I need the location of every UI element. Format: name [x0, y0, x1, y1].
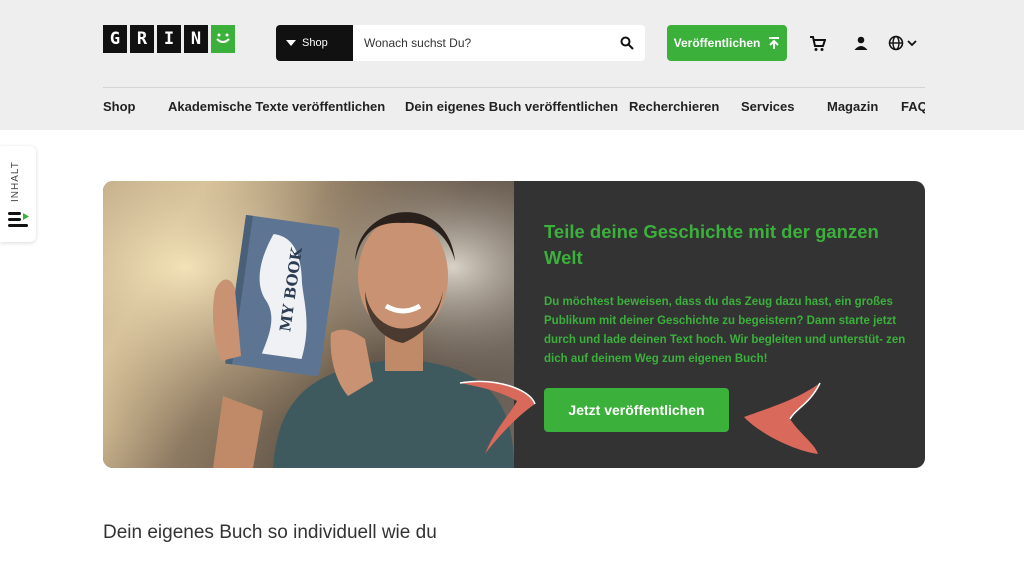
publish-button-label: Veröffentlichen [673, 36, 761, 50]
user-icon[interactable] [852, 34, 870, 52]
upload-icon [769, 36, 780, 49]
table-of-contents-tab[interactable]: INHALT [0, 146, 36, 242]
main-nav: Shop Akademische Texte veröffentlichen D… [103, 99, 925, 117]
nav-item-faq[interactable]: FAQ [901, 99, 925, 114]
cart-icon[interactable] [808, 34, 826, 52]
hero-title: Teile deine Geschichte mit der ganzen We… [544, 221, 879, 268]
smile-icon [211, 25, 235, 53]
logo-letter: R [130, 25, 154, 53]
section-heading: Dein eigenes Buch so individuell wie du [103, 522, 437, 543]
logo-letter: I [157, 25, 181, 53]
grin-logo[interactable]: G R I N [103, 25, 235, 53]
publish-button[interactable]: Veröffentlichen [667, 25, 787, 61]
caret-down-icon [286, 40, 296, 46]
nav-divider [103, 87, 925, 88]
toc-tab-label: INHALT [10, 161, 21, 202]
hero-description: Du möchtest beweisen, dass du das Zeug d… [544, 296, 906, 365]
search-category-dropdown[interactable]: Shop [276, 25, 353, 61]
nav-item-services[interactable]: Services [741, 99, 795, 114]
site-header: G R I N Shop Veröffentlichen Shop Akadem… [0, 0, 1024, 130]
man-holding-book-image: MY BOOK [103, 181, 514, 468]
boomerang-left-decoration [459, 380, 536, 454]
chevron-down-icon [906, 40, 917, 47]
nav-item-magazine[interactable]: Magazin [827, 99, 878, 114]
nav-item-own-book[interactable]: Dein eigenes Buch veröffentlichen [405, 99, 618, 114]
logo-letter: N [184, 25, 208, 53]
language-selector[interactable] [886, 34, 918, 52]
globe-icon [888, 35, 903, 51]
search-bar: Shop [276, 25, 645, 61]
nav-item-shop[interactable]: Shop [103, 99, 136, 114]
toc-icon [8, 212, 29, 227]
search-category-label: Shop [302, 37, 328, 49]
nav-item-research[interactable]: Recherchieren [629, 99, 719, 114]
hero-photo: MY BOOK [103, 181, 514, 468]
logo-letter: G [103, 25, 127, 53]
hero-banner: MY BOOK Teile deine Geschichte mit der g… [103, 181, 925, 468]
search-icon[interactable] [609, 25, 645, 61]
publish-now-button[interactable]: Jetzt veröffentlichen [544, 388, 729, 432]
boomerang-right-decoration [744, 382, 821, 454]
search-input[interactable] [353, 25, 609, 61]
nav-item-academic[interactable]: Akademische Texte veröffentlichen [168, 99, 385, 114]
